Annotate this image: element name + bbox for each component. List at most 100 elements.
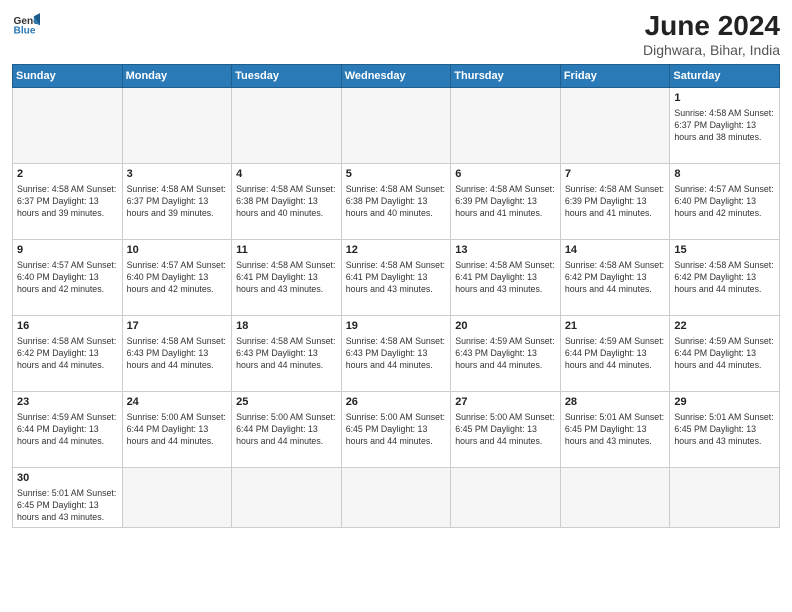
day-info: Sunrise: 4:59 AM Sunset: 6:43 PM Dayligh… xyxy=(455,336,556,372)
calendar-cell: 18 Sunrise: 4:58 AM Sunset: 6:43 PM Dayli… xyxy=(232,316,342,392)
calendar-cell: 11 Sunrise: 4:58 AM Sunset: 6:41 PM Dayli… xyxy=(232,240,342,316)
header-thursday: Thursday xyxy=(451,65,561,88)
day-info: Sunrise: 4:58 AM Sunset: 6:37 PM Dayligh… xyxy=(127,184,228,220)
calendar-week-row: 1 Sunrise: 4:58 AM Sunset: 6:37 PM Daylig… xyxy=(13,88,780,164)
calendar-cell xyxy=(560,468,670,528)
date-number: 10 xyxy=(127,243,228,258)
calendar-cell: 15 Sunrise: 4:58 AM Sunset: 6:42 PM Dayli… xyxy=(670,240,780,316)
calendar-week-row: 16Sunrise: 4:58 AM Sunset: 6:42 PM Dayli… xyxy=(13,316,780,392)
title-block: June 2024 Dighwara, Bihar, India xyxy=(643,10,780,58)
date-number: 27 xyxy=(455,395,556,410)
day-info: Sunrise: 5:00 AM Sunset: 6:44 PM Dayligh… xyxy=(127,412,228,448)
date-number: 5 xyxy=(346,167,447,182)
date-number: 25 xyxy=(236,395,337,410)
date-number: 14 xyxy=(565,243,666,258)
calendar-table: Sunday Monday Tuesday Wednesday Thursday… xyxy=(12,64,780,528)
calendar-cell xyxy=(341,468,451,528)
day-info: Sunrise: 5:00 AM Sunset: 6:45 PM Dayligh… xyxy=(346,412,447,448)
calendar-cell: 27Sunrise: 5:00 AM Sunset: 6:45 PM Dayli… xyxy=(451,392,561,468)
day-info: Sunrise: 4:58 AM Sunset: 6:43 PM Dayligh… xyxy=(236,336,337,372)
date-number: 20 xyxy=(455,319,556,334)
day-info: Sunrise: 4:58 AM Sunset: 6:39 PM Dayligh… xyxy=(455,184,556,220)
calendar-title: June 2024 xyxy=(643,10,780,42)
date-number: 9 xyxy=(17,243,118,258)
weekday-header-row: Sunday Monday Tuesday Wednesday Thursday… xyxy=(13,65,780,88)
day-info: Sunrise: 4:58 AM Sunset: 6:38 PM Dayligh… xyxy=(236,184,337,220)
date-number: 15 xyxy=(674,243,775,258)
date-number: 22 xyxy=(674,319,775,334)
calendar-cell: 2 Sunrise: 4:58 AM Sunset: 6:37 PM Daylig… xyxy=(13,164,123,240)
date-number: 13 xyxy=(455,243,556,258)
day-info: Sunrise: 4:58 AM Sunset: 6:37 PM Dayligh… xyxy=(674,108,775,144)
day-info: Sunrise: 4:59 AM Sunset: 6:44 PM Dayligh… xyxy=(17,412,118,448)
calendar-cell: 12Sunrise: 4:58 AM Sunset: 6:41 PM Dayli… xyxy=(341,240,451,316)
date-number: 8 xyxy=(674,167,775,182)
header-tuesday: Tuesday xyxy=(232,65,342,88)
header-saturday: Saturday xyxy=(670,65,780,88)
day-info: Sunrise: 5:00 AM Sunset: 6:44 PM Dayligh… xyxy=(236,412,337,448)
calendar-cell: 8 Sunrise: 4:57 AM Sunset: 6:40 PM Daylig… xyxy=(670,164,780,240)
calendar-cell: 5Sunrise: 4:58 AM Sunset: 6:38 PM Daylig… xyxy=(341,164,451,240)
date-number: 11 xyxy=(236,243,337,258)
calendar-cell xyxy=(122,468,232,528)
date-number: 30 xyxy=(17,471,118,486)
calendar-cell: 16Sunrise: 4:58 AM Sunset: 6:42 PM Dayli… xyxy=(13,316,123,392)
calendar-cell xyxy=(560,88,670,164)
header-monday: Monday xyxy=(122,65,232,88)
calendar-cell: 22 Sunrise: 4:59 AM Sunset: 6:44 PM Dayli… xyxy=(670,316,780,392)
header-wednesday: Wednesday xyxy=(341,65,451,88)
date-number: 6 xyxy=(455,167,556,182)
date-number: 23 xyxy=(17,395,118,410)
day-info: Sunrise: 4:58 AM Sunset: 6:41 PM Dayligh… xyxy=(455,260,556,296)
day-info: Sunrise: 4:57 AM Sunset: 6:40 PM Dayligh… xyxy=(674,184,775,220)
calendar-week-row: 23 Sunrise: 4:59 AM Sunset: 6:44 PM Dayli… xyxy=(13,392,780,468)
calendar-cell xyxy=(232,468,342,528)
day-info: Sunrise: 4:58 AM Sunset: 6:37 PM Dayligh… xyxy=(17,184,118,220)
calendar-subtitle: Dighwara, Bihar, India xyxy=(643,42,780,58)
calendar-cell: 3Sunrise: 4:58 AM Sunset: 6:37 PM Daylig… xyxy=(122,164,232,240)
calendar-cell: 26Sunrise: 5:00 AM Sunset: 6:45 PM Dayli… xyxy=(341,392,451,468)
calendar-cell: 6 Sunrise: 4:58 AM Sunset: 6:39 PM Daylig… xyxy=(451,164,561,240)
day-info: Sunrise: 4:58 AM Sunset: 6:42 PM Dayligh… xyxy=(17,336,118,372)
logo: General Blue xyxy=(12,10,40,38)
calendar-cell xyxy=(122,88,232,164)
date-number: 19 xyxy=(346,319,447,334)
day-info: Sunrise: 4:58 AM Sunset: 6:42 PM Dayligh… xyxy=(565,260,666,296)
date-number: 24 xyxy=(127,395,228,410)
date-number: 4 xyxy=(236,167,337,182)
day-info: Sunrise: 4:57 AM Sunset: 6:40 PM Dayligh… xyxy=(127,260,228,296)
day-info: Sunrise: 4:58 AM Sunset: 6:39 PM Dayligh… xyxy=(565,184,666,220)
date-number: 29 xyxy=(674,395,775,410)
day-info: Sunrise: 4:58 AM Sunset: 6:42 PM Dayligh… xyxy=(674,260,775,296)
calendar-cell: 19 Sunrise: 4:58 AM Sunset: 6:43 PM Dayli… xyxy=(341,316,451,392)
date-number: 28 xyxy=(565,395,666,410)
calendar-cell: 10 Sunrise: 4:57 AM Sunset: 6:40 PM Dayli… xyxy=(122,240,232,316)
calendar-cell: 21Sunrise: 4:59 AM Sunset: 6:44 PM Dayli… xyxy=(560,316,670,392)
calendar-cell: 1 Sunrise: 4:58 AM Sunset: 6:37 PM Daylig… xyxy=(670,88,780,164)
day-info: Sunrise: 5:01 AM Sunset: 6:45 PM Dayligh… xyxy=(565,412,666,448)
calendar-cell: 24 Sunrise: 5:00 AM Sunset: 6:44 PM Dayli… xyxy=(122,392,232,468)
calendar-cell: 7Sunrise: 4:58 AM Sunset: 6:39 PM Daylig… xyxy=(560,164,670,240)
calendar-cell: 14 Sunrise: 4:58 AM Sunset: 6:42 PM Dayli… xyxy=(560,240,670,316)
calendar-cell xyxy=(670,468,780,528)
calendar-week-row: 9 Sunrise: 4:57 AM Sunset: 6:40 PM Daylig… xyxy=(13,240,780,316)
date-number: 18 xyxy=(236,319,337,334)
day-info: Sunrise: 4:59 AM Sunset: 6:44 PM Dayligh… xyxy=(674,336,775,372)
calendar-cell: 25 Sunrise: 5:00 AM Sunset: 6:44 PM Dayli… xyxy=(232,392,342,468)
day-info: Sunrise: 5:01 AM Sunset: 6:45 PM Dayligh… xyxy=(17,488,118,524)
day-info: Sunrise: 4:58 AM Sunset: 6:43 PM Dayligh… xyxy=(346,336,447,372)
date-number: 21 xyxy=(565,319,666,334)
day-info: Sunrise: 4:57 AM Sunset: 6:40 PM Dayligh… xyxy=(17,260,118,296)
calendar-cell: 23 Sunrise: 4:59 AM Sunset: 6:44 PM Dayli… xyxy=(13,392,123,468)
header-friday: Friday xyxy=(560,65,670,88)
calendar-cell: 13 Sunrise: 4:58 AM Sunset: 6:41 PM Dayli… xyxy=(451,240,561,316)
page: General Blue June 2024 Dighwara, Bihar, … xyxy=(0,0,792,612)
calendar-cell: 9 Sunrise: 4:57 AM Sunset: 6:40 PM Daylig… xyxy=(13,240,123,316)
day-info: Sunrise: 4:58 AM Sunset: 6:41 PM Dayligh… xyxy=(236,260,337,296)
calendar-cell: 29Sunrise: 5:01 AM Sunset: 6:45 PM Dayli… xyxy=(670,392,780,468)
date-number: 2 xyxy=(17,167,118,182)
day-info: Sunrise: 4:58 AM Sunset: 6:41 PM Dayligh… xyxy=(346,260,447,296)
calendar-cell xyxy=(232,88,342,164)
logo-icon: General Blue xyxy=(12,10,40,38)
date-number: 1 xyxy=(674,91,775,106)
